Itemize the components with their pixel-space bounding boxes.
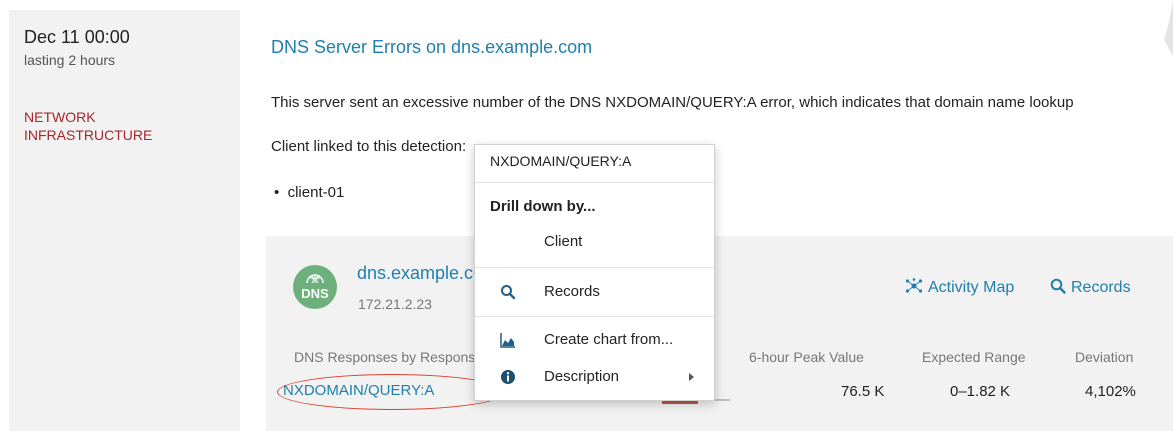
bullet-icon: • (274, 184, 288, 201)
column-header-peak: 6-hour Peak Value (749, 349, 864, 365)
submenu-arrow-icon (689, 373, 694, 381)
scroll-hint-icon (1164, 0, 1173, 56)
dns-server-icon: DNS (293, 265, 337, 309)
detection-duration: lasting 2 hours (24, 52, 116, 68)
client-name[interactable]: client-01 (288, 184, 345, 201)
menu-item-label: Records (544, 283, 600, 300)
records-label: Records (1071, 279, 1131, 296)
area-chart-icon (500, 333, 515, 348)
device-name-link[interactable]: dns.example.com (357, 263, 475, 284)
menu-divider (475, 267, 714, 268)
menu-divider (475, 182, 714, 183)
globe-icon (306, 274, 324, 284)
deviation-value: 4,102% (1085, 383, 1136, 400)
search-icon (501, 285, 516, 300)
detection-category[interactable]: NETWORK INFRASTRUCTURE (24, 108, 184, 144)
column-header-range: Expected Range (922, 349, 1026, 365)
detection-sidebar (9, 10, 240, 431)
activity-map-label: Activity Map (928, 279, 1015, 296)
search-icon (1050, 278, 1066, 294)
activity-map-icon (905, 278, 923, 293)
detection-description: This server sent an excessive number of … (271, 94, 1074, 111)
column-header-deviation: Deviation (1075, 349, 1134, 365)
menu-item-label: Description (544, 368, 620, 385)
context-menu-header: NXDOMAIN/QUERY:A (490, 153, 632, 169)
client-list-item: • client-01 (274, 184, 344, 201)
column-header-metric: DNS Responses by Response (294, 349, 484, 365)
peak-value: 76.5 K (841, 383, 885, 400)
context-menu: NXDOMAIN/QUERY:A Drill down by... Client… (474, 144, 715, 401)
dns-icon-label: DNS (301, 286, 329, 301)
menu-item-description[interactable]: Description (475, 364, 714, 390)
records-link[interactable]: Records (1050, 278, 1131, 297)
menu-item-label: Client (544, 233, 583, 250)
menu-item-label: Create chart from... (544, 331, 674, 348)
drill-down-heading: Drill down by... (490, 198, 596, 215)
menu-item-create-chart[interactable]: Create chart from... (475, 327, 714, 353)
info-icon (501, 370, 515, 384)
menu-item-client[interactable]: Client (475, 229, 714, 255)
highlight-circle (277, 374, 507, 410)
activity-map-link[interactable]: Activity Map (905, 278, 1014, 297)
linked-clients-label: Client linked to this detection: (271, 138, 467, 155)
detection-time: Dec 11 00:00 (24, 27, 130, 47)
menu-item-records[interactable]: Records (475, 279, 714, 305)
expected-range-value: 0–1.82 K (950, 383, 1011, 400)
menu-divider (475, 316, 714, 317)
detection-title[interactable]: DNS Server Errors on dns.example.com (271, 37, 592, 58)
device-ip: 172.21.2.23 (358, 296, 432, 312)
